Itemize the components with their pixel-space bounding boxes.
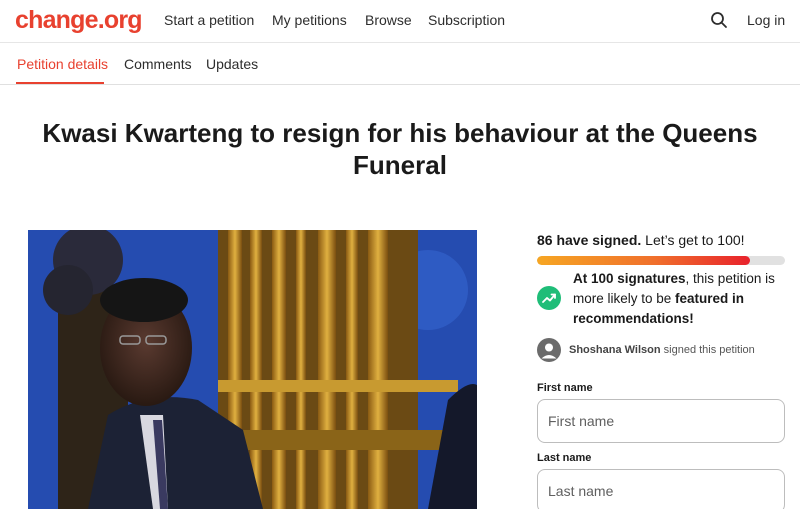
tab-updates[interactable]: Updates [206, 56, 258, 72]
tabs-divider [0, 84, 800, 85]
recent-signer: Shoshana Wilson signed this petition [569, 344, 755, 356]
nav-my-petitions[interactable]: My petitions [272, 12, 347, 28]
signed-count-text: 86 have signed. [537, 232, 642, 248]
goal-text: Let’s get to 100! [645, 232, 745, 248]
top-navigation: change.org Start a petition My petitions… [0, 0, 800, 42]
petition-image [28, 230, 477, 509]
petition-title: Kwasi Kwarteng to resign for his behavio… [42, 118, 758, 180]
signature-count: 86 have signed. Let’s get to 100! [537, 232, 745, 248]
search-icon[interactable] [710, 11, 728, 29]
last-name-field[interactable] [537, 469, 785, 509]
recent-signer-action: signed this petition [663, 344, 755, 356]
trending-up-icon [537, 286, 561, 310]
signature-progress-bar [537, 256, 785, 265]
tab-comments[interactable]: Comments [124, 56, 192, 72]
change-org-logo[interactable]: change.org [15, 6, 143, 35]
nav-subscription[interactable]: Subscription [428, 12, 505, 28]
milestone-bold-1: At 100 signatures [573, 271, 686, 286]
login-link[interactable]: Log in [747, 12, 785, 28]
signature-progress-fill [537, 256, 751, 265]
nav-start-petition[interactable]: Start a petition [164, 12, 254, 28]
nav-divider [0, 42, 800, 43]
milestone-message: At 100 signatures, this petition is more… [573, 269, 787, 329]
first-name-label: First name [537, 382, 593, 394]
recent-signer-name: Shoshana Wilson [569, 344, 661, 356]
last-name-label: Last name [537, 452, 592, 464]
nav-browse[interactable]: Browse [365, 12, 412, 28]
first-name-field[interactable] [537, 399, 785, 443]
tab-petition-details[interactable]: Petition details [17, 56, 108, 72]
avatar-icon [537, 338, 561, 362]
